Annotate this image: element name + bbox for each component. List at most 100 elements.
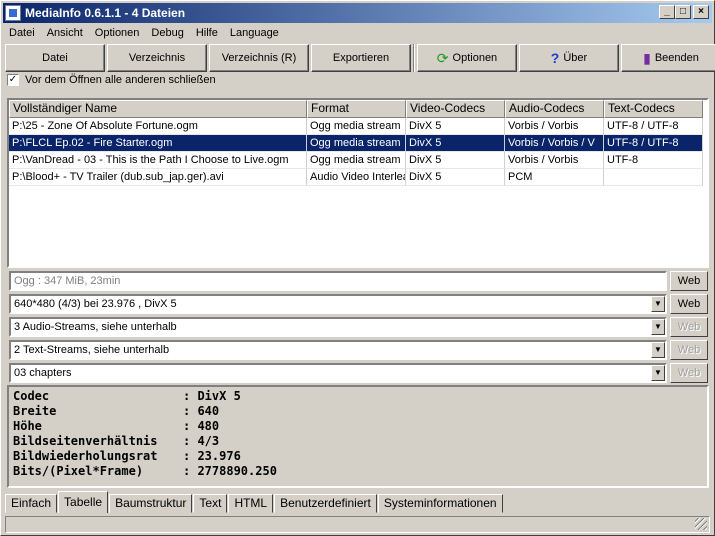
menu-optionen[interactable]: Optionen [89,27,146,39]
menu-datei[interactable]: Datei [3,27,41,39]
window-title: MediaInfo 0.6.1.1 - 4 Dateien [25,6,186,20]
title-bar[interactable]: MediaInfo 0.6.1.1 - 4 Dateien _ □ × [3,3,712,23]
minimize-button[interactable]: _ [659,5,675,19]
text-stream-select[interactable]: 2 Text-Streams, siehe unterhalb ▼ [9,340,667,360]
close-button[interactable]: × [693,5,709,19]
detail-row: Bits/(Pixel*Frame): 2778890.250 [13,464,277,478]
chapters-select[interactable]: 03 chapters ▼ [9,363,667,383]
table-row-selected[interactable]: P:\FLCL Ep.02 - Fire Starter.ogm Ogg med… [9,135,707,152]
beenden-label: Beenden [654,52,699,64]
tab-text[interactable]: Text [193,494,228,513]
detail-key: Bildseitenverhältnis [13,434,158,448]
column-header-text-codecs[interactable]: Text-Codecs [604,100,703,118]
menu-bar: Datei Ansicht Optionen Debug Hilfe Langu… [3,24,285,42]
maximize-button[interactable]: □ [675,5,691,19]
beenden-button[interactable]: ▮ Beenden [621,44,715,72]
detail-row: Codec: DivX 5 [13,389,241,403]
detail-key: Codec [13,389,50,403]
table-row[interactable]: P:\Blood+ - TV Trailer (dub.sub_jap.ger)… [9,169,707,186]
main-window: MediaInfo 0.6.1.1 - 4 Dateien _ □ × Date… [0,0,715,536]
status-bar [5,516,710,533]
optionen-label: Optionen [452,52,498,64]
tab-benutzerdefiniert[interactable]: Benutzerdefiniert [274,494,377,513]
detail-row: Höhe: 480 [13,419,220,433]
audio-stream-value: 3 Audio-Streams, siehe unterhalb [14,321,177,333]
view-tabs: Einfach Tabelle Baumstruktur Text HTML B… [5,491,504,513]
tab-html[interactable]: HTML [228,494,274,513]
chevron-down-icon[interactable]: ▼ [651,319,665,335]
cell-audio-codecs: Vorbis / Vorbis [505,118,604,135]
ueber-label: Über [563,52,588,64]
cell-name: P:\25 - Zone Of Absolute Fortune.ogm [9,118,307,135]
stream-details-panel: Codec: DivX 5 Breite: 640 Höhe: 480 Bild… [7,385,709,488]
cell-format: Ogg media stream [307,118,406,135]
web-button-general[interactable]: Web [670,271,708,291]
column-header-format[interactable]: Format [307,100,406,118]
verzeichnis-recursive-button[interactable]: Verzeichnis (R) [209,44,309,72]
web-button-video[interactable]: Web [670,294,708,314]
web-button-text: Web [670,340,708,360]
column-header-audio-codecs[interactable]: Audio-Codecs [505,100,604,118]
file-list[interactable]: Vollständiger Name Format Video-Codecs A… [7,98,709,268]
menu-debug[interactable]: Debug [145,27,189,39]
general-summary-field[interactable]: Ogg : 347 MiB, 23min [9,271,667,291]
detail-value: 640 [197,404,220,418]
column-header-name[interactable]: Vollständiger Name [9,100,307,118]
detail-row: Breite: 640 [13,404,220,418]
menu-hilfe[interactable]: Hilfe [190,27,224,39]
detail-key: Bits/(Pixel*Frame) [13,464,144,478]
window-controls: _ □ × [659,5,709,19]
refresh-icon: ⟳ [436,49,449,66]
app-icon[interactable] [5,5,21,21]
cell-name: P:\VanDread - 03 - This is the Path I Ch… [9,152,307,169]
cell-video-codecs: DivX 5 [406,118,505,135]
detail-value: DivX 5 [197,389,241,403]
chevron-down-icon[interactable]: ▼ [651,342,665,358]
cell-audio-codecs: Vorbis / Vorbis [505,152,604,169]
help-icon: ? [550,50,560,66]
ueber-button[interactable]: ? Über [519,44,619,72]
tab-systeminformationen[interactable]: Systeminformationen [377,494,503,513]
chevron-down-icon[interactable]: ▼ [651,365,665,381]
verzeichnis-button[interactable]: Verzeichnis [107,44,207,72]
text-stream-value: 2 Text-Streams, siehe unterhalb [14,344,170,356]
web-button-audio: Web [670,317,708,337]
menu-language[interactable]: Language [224,27,285,39]
exit-door-icon: ▮ [643,49,651,66]
chevron-down-icon[interactable]: ▼ [651,296,665,312]
detail-row: Bildseitenverhältnis: 4/3 [13,434,220,448]
cell-format: Ogg media stream [307,135,406,152]
cell-video-codecs: DivX 5 [406,169,505,186]
optionen-button[interactable]: ⟳ Optionen [417,44,517,72]
video-stream-select[interactable]: 640*480 (4/3) bei 23.976 , DivX 5 ▼ [9,294,667,314]
tab-tabelle[interactable]: Tabelle [58,491,109,513]
column-header-video-codecs[interactable]: Video-Codecs [406,100,505,118]
menu-ansicht[interactable]: Ansicht [41,27,89,39]
detail-value: 23.976 [197,449,241,463]
tab-baumstruktur[interactable]: Baumstruktur [109,494,193,513]
chapters-value: 03 chapters [14,367,72,379]
detail-key: Breite [13,404,57,418]
detail-row: Bildwiederholungsrat: 23.976 [13,449,241,463]
detail-value: 4/3 [197,434,220,448]
video-stream-value: 640*480 (4/3) bei 23.976 , DivX 5 [14,298,177,310]
tab-einfach[interactable]: Einfach [5,494,58,513]
resize-grip[interactable] [695,518,707,530]
detail-value: 480 [197,419,220,433]
close-others-checkbox[interactable]: ✓ [7,74,19,86]
cell-audio-codecs: Vorbis / Vorbis / V [505,135,604,152]
toolbar: Datei Verzeichnis Verzeichnis (R) Export… [5,44,715,72]
cell-format: Audio Video Interleave [307,169,406,186]
table-row[interactable]: P:\25 - Zone Of Absolute Fortune.ogm Ogg… [9,118,707,135]
close-others-option[interactable]: ✓ Vor dem Öffnen alle anderen schließen [7,74,216,86]
detail-key: Bildwiederholungsrat [13,449,158,463]
datei-button[interactable]: Datei [5,44,105,72]
exportieren-button[interactable]: Exportieren [311,44,411,72]
cell-format: Ogg media stream [307,152,406,169]
cell-name: P:\Blood+ - TV Trailer (dub.sub_jap.ger)… [9,169,307,186]
table-row[interactable]: P:\VanDread - 03 - This is the Path I Ch… [9,152,707,169]
file-list-header: Vollständiger Name Format Video-Codecs A… [9,100,707,118]
audio-stream-select[interactable]: 3 Audio-Streams, siehe unterhalb ▼ [9,317,667,337]
web-button-chapters: Web [670,363,708,383]
toolbar-separator [413,44,415,72]
